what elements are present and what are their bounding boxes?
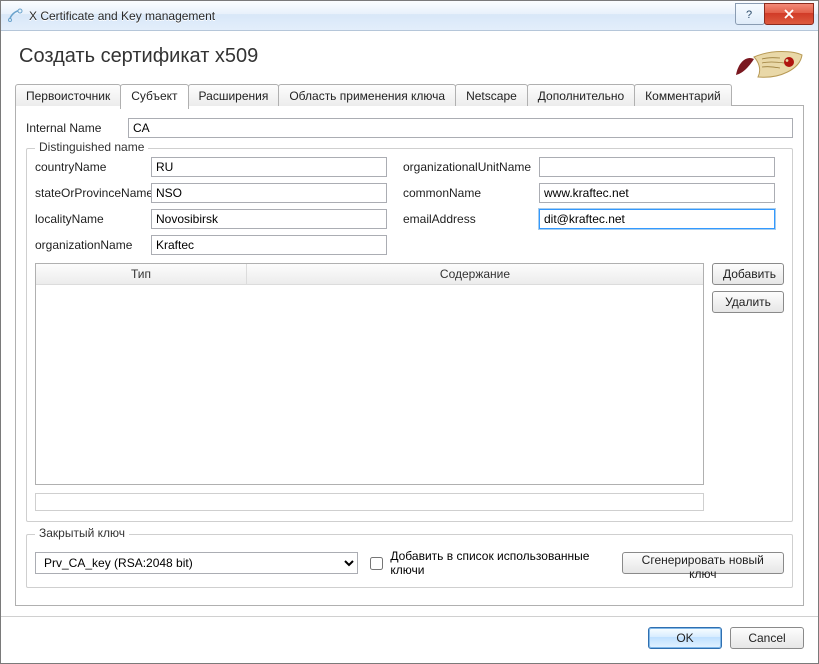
page-title: Создать сертификат x509 (15, 45, 258, 78)
locality-name-label: localityName (35, 212, 151, 226)
private-key-legend: Закрытый ключ (35, 526, 129, 540)
app-icon (7, 8, 23, 24)
used-keys-checkbox[interactable] (370, 557, 383, 570)
status-strip (35, 493, 704, 511)
email-input[interactable] (539, 209, 775, 229)
org-name-label: organizationName (35, 238, 151, 252)
dn-extra-table[interactable]: Тип Содержание (35, 263, 704, 485)
email-label: emailAddress (403, 212, 539, 226)
org-name-input[interactable] (151, 235, 387, 255)
common-name-label: commonName (403, 186, 539, 200)
titlebar: X Certificate and Key management ? (1, 1, 818, 31)
internal-name-input[interactable] (128, 118, 793, 138)
tab-advanced[interactable]: Дополнительно (527, 84, 635, 106)
private-key-group: Закрытый ключ Prv_CA_key (RSA:2048 bit) … (26, 534, 793, 588)
window-buttons: ? (736, 3, 814, 25)
tab-netscape[interactable]: Netscape (455, 84, 528, 106)
svg-text:?: ? (746, 9, 752, 20)
table-header: Тип Содержание (36, 264, 703, 285)
dialog-window: X Certificate and Key management ? Созда… (0, 0, 819, 664)
table-body (36, 285, 703, 484)
tabs: Первоисточник Субъект Расширения Область… (15, 83, 804, 106)
used-keys-checkbox-label: Добавить в список использованные ключи (390, 549, 605, 577)
tab-comment[interactable]: Комментарий (634, 84, 732, 106)
col-content[interactable]: Содержание (247, 264, 703, 284)
dialog-footer: OK Cancel (1, 616, 818, 663)
tab-subject[interactable]: Субъект (120, 84, 188, 109)
close-button[interactable] (764, 3, 814, 25)
help-button[interactable]: ? (735, 3, 765, 25)
generate-key-button[interactable]: Сгенерировать новый ключ (622, 552, 784, 574)
state-name-label: stateOrProvinceName (35, 186, 151, 200)
client-area: Создать сертификат x509 Первоисточник Су… (1, 31, 818, 616)
state-name-input[interactable] (151, 183, 387, 203)
tab-key-usage[interactable]: Область применения ключа (278, 84, 456, 106)
add-button[interactable]: Добавить (712, 263, 784, 285)
col-type[interactable]: Тип (36, 264, 247, 284)
country-name-label: countryName (35, 160, 151, 174)
used-keys-checkbox-wrap[interactable]: Добавить в список использованные ключи (366, 549, 605, 577)
ou-name-input[interactable] (539, 157, 775, 177)
country-name-input[interactable] (151, 157, 387, 177)
internal-name-label: Internal Name (26, 121, 122, 135)
common-name-input[interactable] (539, 183, 775, 203)
ou-name-label: organizationalUnitName (403, 160, 539, 174)
tab-panel: Internal Name Distinguished name country… (15, 106, 804, 606)
distinguished-name-legend: Distinguished name (35, 140, 148, 154)
window-title: X Certificate and Key management (29, 9, 736, 23)
tab-extensions[interactable]: Расширения (188, 84, 280, 106)
ok-button[interactable]: OK (648, 627, 722, 649)
delete-button[interactable]: Удалить (712, 291, 784, 313)
tab-source[interactable]: Первоисточник (15, 84, 121, 106)
logo-image (732, 45, 804, 85)
private-key-select[interactable]: Prv_CA_key (RSA:2048 bit) (35, 552, 358, 574)
cancel-button[interactable]: Cancel (730, 627, 804, 649)
distinguished-name-group: Distinguished name countryName organizat… (26, 148, 793, 522)
locality-name-input[interactable] (151, 209, 387, 229)
